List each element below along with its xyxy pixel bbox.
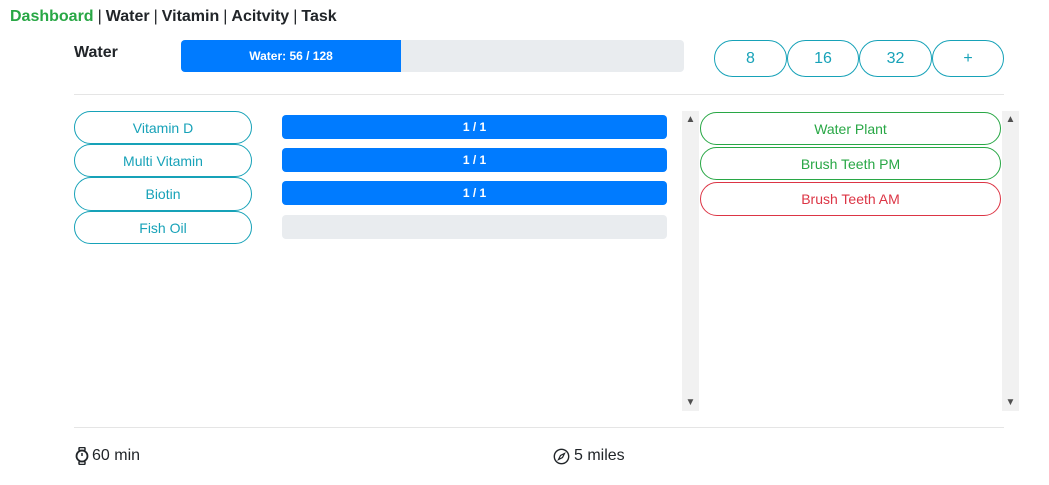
water-progress-bar: Water: 56 / 128 xyxy=(181,40,402,72)
nav-separator: | xyxy=(153,8,158,25)
vitamin-progress: 1 / 1 xyxy=(282,148,667,172)
vitamin-progress: 1 / 1 xyxy=(282,181,667,205)
nav-activity[interactable]: Acitvity xyxy=(231,8,289,25)
task-list-scrollbar[interactable]: ▲ ▼ xyxy=(682,111,699,411)
vitamin-button-fish-oil[interactable]: Fish Oil xyxy=(74,211,252,244)
water-label: Water xyxy=(74,44,118,61)
vitamin-progress: 1 / 1 xyxy=(282,115,667,139)
vitamin-progress-bar: 1 / 1 xyxy=(282,115,667,139)
nav-separator: | xyxy=(293,8,298,25)
scroll-up-icon[interactable]: ▲ xyxy=(682,111,699,128)
add-water-8-button[interactable]: 8 xyxy=(714,40,787,77)
task-button-brush-teeth-am[interactable]: Brush Teeth AM xyxy=(700,182,1001,216)
scroll-up-icon[interactable]: ▲ xyxy=(1002,111,1019,128)
vitamin-button-vitamin-d[interactable]: Vitamin D xyxy=(74,111,252,144)
top-nav: Dashboard | Water | Vitamin | Acitvity | Task xyxy=(10,8,337,26)
vitamin-progress xyxy=(282,215,667,239)
vitamin-button-biotin[interactable]: Biotin xyxy=(74,177,252,211)
nav-separator: | xyxy=(223,8,228,25)
nav-vitamin[interactable]: Vitamin xyxy=(162,8,220,25)
nav-separator: | xyxy=(97,8,102,25)
scroll-down-icon[interactable]: ▼ xyxy=(1002,394,1019,411)
water-progress: Water: 56 / 128 xyxy=(181,40,684,72)
activity-time: 60 min xyxy=(74,447,140,465)
nav-water[interactable]: Water xyxy=(106,8,150,25)
nav-task[interactable]: Task xyxy=(301,8,336,25)
page-scrollbar[interactable]: ▲ ▼ xyxy=(1002,111,1019,411)
nav-dashboard[interactable]: Dashboard xyxy=(10,8,94,25)
activity-distance: 5 miles xyxy=(553,447,625,465)
task-button-brush-teeth-pm[interactable]: Brush Teeth PM xyxy=(700,147,1001,180)
activity-time-value: 60 min xyxy=(92,447,141,464)
task-button-water-plant[interactable]: Water Plant xyxy=(700,112,1001,145)
compass-icon xyxy=(553,448,570,465)
vitamin-button-multi-vitamin[interactable]: Multi Vitamin xyxy=(74,144,252,177)
divider xyxy=(74,94,1004,95)
vitamin-progress-bar: 1 / 1 xyxy=(282,181,667,205)
add-water-16-button[interactable]: 16 xyxy=(787,40,859,77)
add-water-32-button[interactable]: 32 xyxy=(859,40,932,77)
vitamin-progress-bar: 1 / 1 xyxy=(282,148,667,172)
activity-distance-value: 5 miles xyxy=(574,447,625,464)
scroll-down-icon[interactable]: ▼ xyxy=(682,394,699,411)
divider xyxy=(74,427,1004,428)
add-water-custom-button[interactable]: + xyxy=(932,40,1004,77)
stopwatch-icon xyxy=(74,447,90,465)
